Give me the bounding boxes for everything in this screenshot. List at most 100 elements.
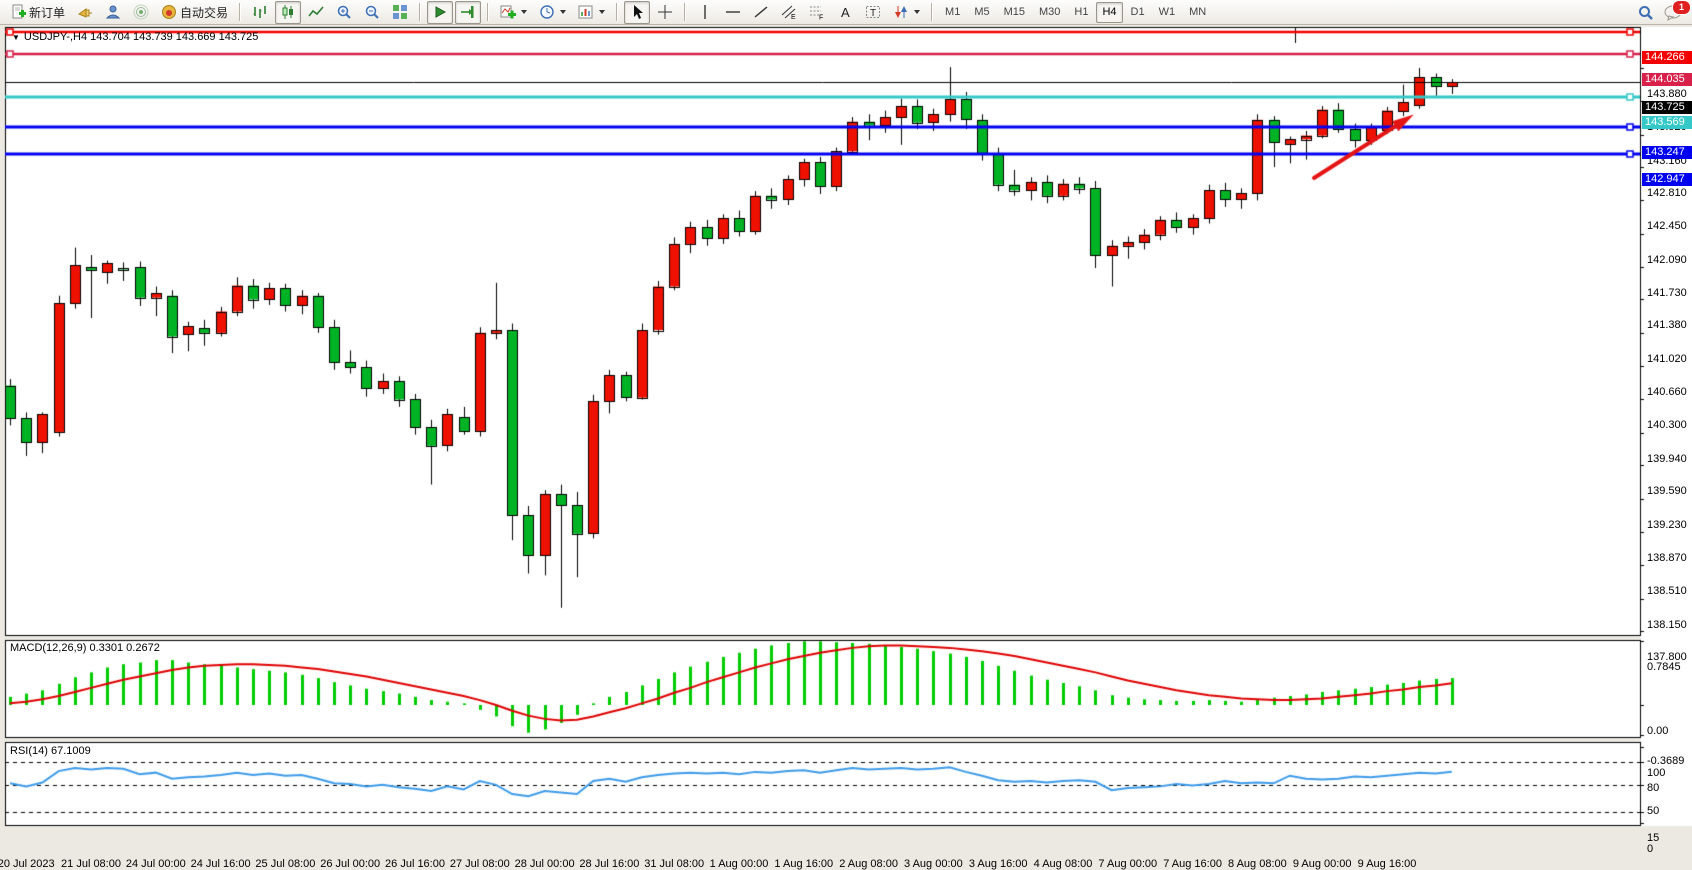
price-label-142947: 142.947 bbox=[1642, 173, 1692, 186]
price-tick: 143.880 bbox=[1647, 88, 1687, 100]
autoscroll-icon bbox=[432, 4, 448, 20]
price-label-143725: 143.725 bbox=[1642, 101, 1692, 114]
chart-title: ▼USDJPY-,H4 143.704 143.739 143.669 143.… bbox=[12, 31, 258, 43]
main-toolbar: 新订单 自动交易 E F AT M1M5M15M30H1H4D1W1MN bbox=[0, 0, 1692, 25]
linechart-icon bbox=[308, 4, 324, 20]
fibo-tool-button[interactable]: F bbox=[804, 1, 830, 24]
chart-dropdown-icon[interactable]: ▼ bbox=[12, 33, 20, 42]
price-tick: 141.020 bbox=[1647, 353, 1687, 365]
time-tick: 4 Aug 08:00 bbox=[1034, 858, 1093, 870]
chart-window: ▼USDJPY-,H4 143.704 143.739 143.669 143.… bbox=[0, 26, 1692, 852]
timeframe-h4[interactable]: H4 bbox=[1096, 2, 1122, 23]
trendline-tool-button[interactable] bbox=[748, 1, 774, 24]
timeframe-mn[interactable]: MN bbox=[1183, 2, 1212, 23]
indicators-button[interactable] bbox=[495, 1, 532, 24]
tile-windows-button[interactable] bbox=[387, 1, 413, 24]
new-order-button[interactable]: 新订单 bbox=[5, 1, 70, 24]
svg-text:F: F bbox=[819, 15, 823, 21]
auto-scroll-button[interactable] bbox=[427, 1, 453, 24]
macd-tick: -0.3689 bbox=[1647, 755, 1684, 767]
time-tick: 3 Aug 16:00 bbox=[969, 858, 1028, 870]
autotrade-icon bbox=[161, 4, 177, 20]
price-tick: 142.810 bbox=[1647, 187, 1687, 199]
indplus-icon bbox=[500, 4, 516, 20]
chevron-down-icon[interactable] bbox=[599, 10, 605, 14]
price-tick: 138.150 bbox=[1647, 619, 1687, 631]
toolbar-separator bbox=[419, 3, 421, 21]
timeframe-m1[interactable]: M1 bbox=[939, 2, 966, 23]
search-icon[interactable] bbox=[1638, 5, 1654, 21]
line-chart-button[interactable] bbox=[303, 1, 329, 24]
rsi-tick: 100 bbox=[1647, 767, 1665, 779]
periods-button[interactable] bbox=[534, 1, 571, 24]
time-tick: 25 Jul 08:00 bbox=[255, 858, 315, 870]
time-tick: 26 Jul 00:00 bbox=[320, 858, 380, 870]
time-tick: 20 Jul 2023 bbox=[0, 858, 55, 870]
timeframe-m5[interactable]: M5 bbox=[968, 2, 995, 23]
zoom-out-button[interactable] bbox=[359, 1, 385, 24]
timeframe-h1[interactable]: H1 bbox=[1068, 2, 1094, 23]
autotrade-button[interactable]: 自动交易 bbox=[156, 1, 233, 24]
bars-icon bbox=[252, 4, 268, 20]
channel-tool-button[interactable]: E bbox=[776, 1, 802, 24]
chart-shift-button[interactable] bbox=[455, 1, 481, 24]
cursor-button[interactable] bbox=[624, 1, 650, 24]
candle-chart-button[interactable] bbox=[275, 1, 301, 24]
rsi-tick: 80 bbox=[1647, 782, 1659, 794]
timeframe-w1[interactable]: W1 bbox=[1153, 2, 1182, 23]
price-label-143247: 143.247 bbox=[1642, 146, 1692, 159]
labelT-icon: T bbox=[865, 4, 881, 20]
new-order-button-label: 新订单 bbox=[29, 4, 65, 21]
timeframe-m30[interactable]: M30 bbox=[1033, 2, 1066, 23]
cursor-icon bbox=[629, 4, 645, 20]
zoom-in-button[interactable] bbox=[331, 1, 357, 24]
text-tool-button[interactable]: A bbox=[832, 1, 858, 24]
macd-label: MACD(12,26,9) 0.3301 0.2672 bbox=[10, 642, 160, 654]
chat-icon[interactable]: 1 bbox=[1664, 5, 1684, 21]
crosshair-button[interactable] bbox=[652, 1, 678, 24]
price-tick: 142.090 bbox=[1647, 254, 1687, 266]
macd-tick: 0.7845 bbox=[1647, 661, 1681, 673]
timeframe-m15[interactable]: M15 bbox=[998, 2, 1031, 23]
price-tick: 141.730 bbox=[1647, 287, 1687, 299]
hline-tool-button[interactable] bbox=[720, 1, 746, 24]
community-button[interactable] bbox=[100, 1, 126, 24]
trend-icon bbox=[753, 4, 769, 20]
time-tick: 31 Jul 08:00 bbox=[644, 858, 704, 870]
chevron-down-icon[interactable] bbox=[914, 10, 920, 14]
chevron-down-icon[interactable] bbox=[521, 10, 527, 14]
signal-icon bbox=[133, 4, 149, 20]
toolbar-separator bbox=[487, 3, 489, 21]
publisher-button[interactable] bbox=[72, 1, 98, 24]
signals-button[interactable] bbox=[128, 1, 154, 24]
bar-chart-button[interactable] bbox=[247, 1, 273, 24]
label-tool-button[interactable]: T bbox=[860, 1, 886, 24]
candles-icon bbox=[280, 4, 296, 20]
arrows-tool-button[interactable] bbox=[888, 1, 925, 24]
toolbar-separator bbox=[931, 3, 933, 21]
vline-icon bbox=[697, 4, 713, 20]
price-tick: 140.300 bbox=[1647, 419, 1687, 431]
price-chart-canvas[interactable] bbox=[0, 26, 1692, 852]
templates-button[interactable] bbox=[573, 1, 610, 24]
shift-icon bbox=[460, 4, 476, 20]
price-label-143569: 143.569 bbox=[1642, 116, 1692, 129]
price-tick: 139.590 bbox=[1647, 485, 1687, 497]
hline-icon bbox=[725, 4, 741, 20]
crosshair-icon bbox=[657, 4, 673, 20]
svg-text:A: A bbox=[841, 5, 850, 20]
price-tick: 138.510 bbox=[1647, 585, 1687, 597]
vline-tool-button[interactable] bbox=[692, 1, 718, 24]
price-label-144266: 144.266 bbox=[1642, 51, 1692, 64]
rsi-label: RSI(14) 67.1009 bbox=[10, 745, 91, 757]
chevron-down-icon[interactable] bbox=[560, 10, 566, 14]
time-tick: 7 Aug 00:00 bbox=[1098, 858, 1157, 870]
price-tick: 141.380 bbox=[1647, 319, 1687, 331]
time-tick: 1 Aug 00:00 bbox=[710, 858, 769, 870]
rsi-tick: 15 bbox=[1647, 832, 1659, 844]
timeframe-d1[interactable]: D1 bbox=[1125, 2, 1151, 23]
zoomin-icon bbox=[336, 4, 352, 20]
time-tick: 21 Jul 08:00 bbox=[61, 858, 121, 870]
toolbar-separator bbox=[684, 3, 686, 21]
notification-badge[interactable]: 1 bbox=[1672, 0, 1691, 15]
